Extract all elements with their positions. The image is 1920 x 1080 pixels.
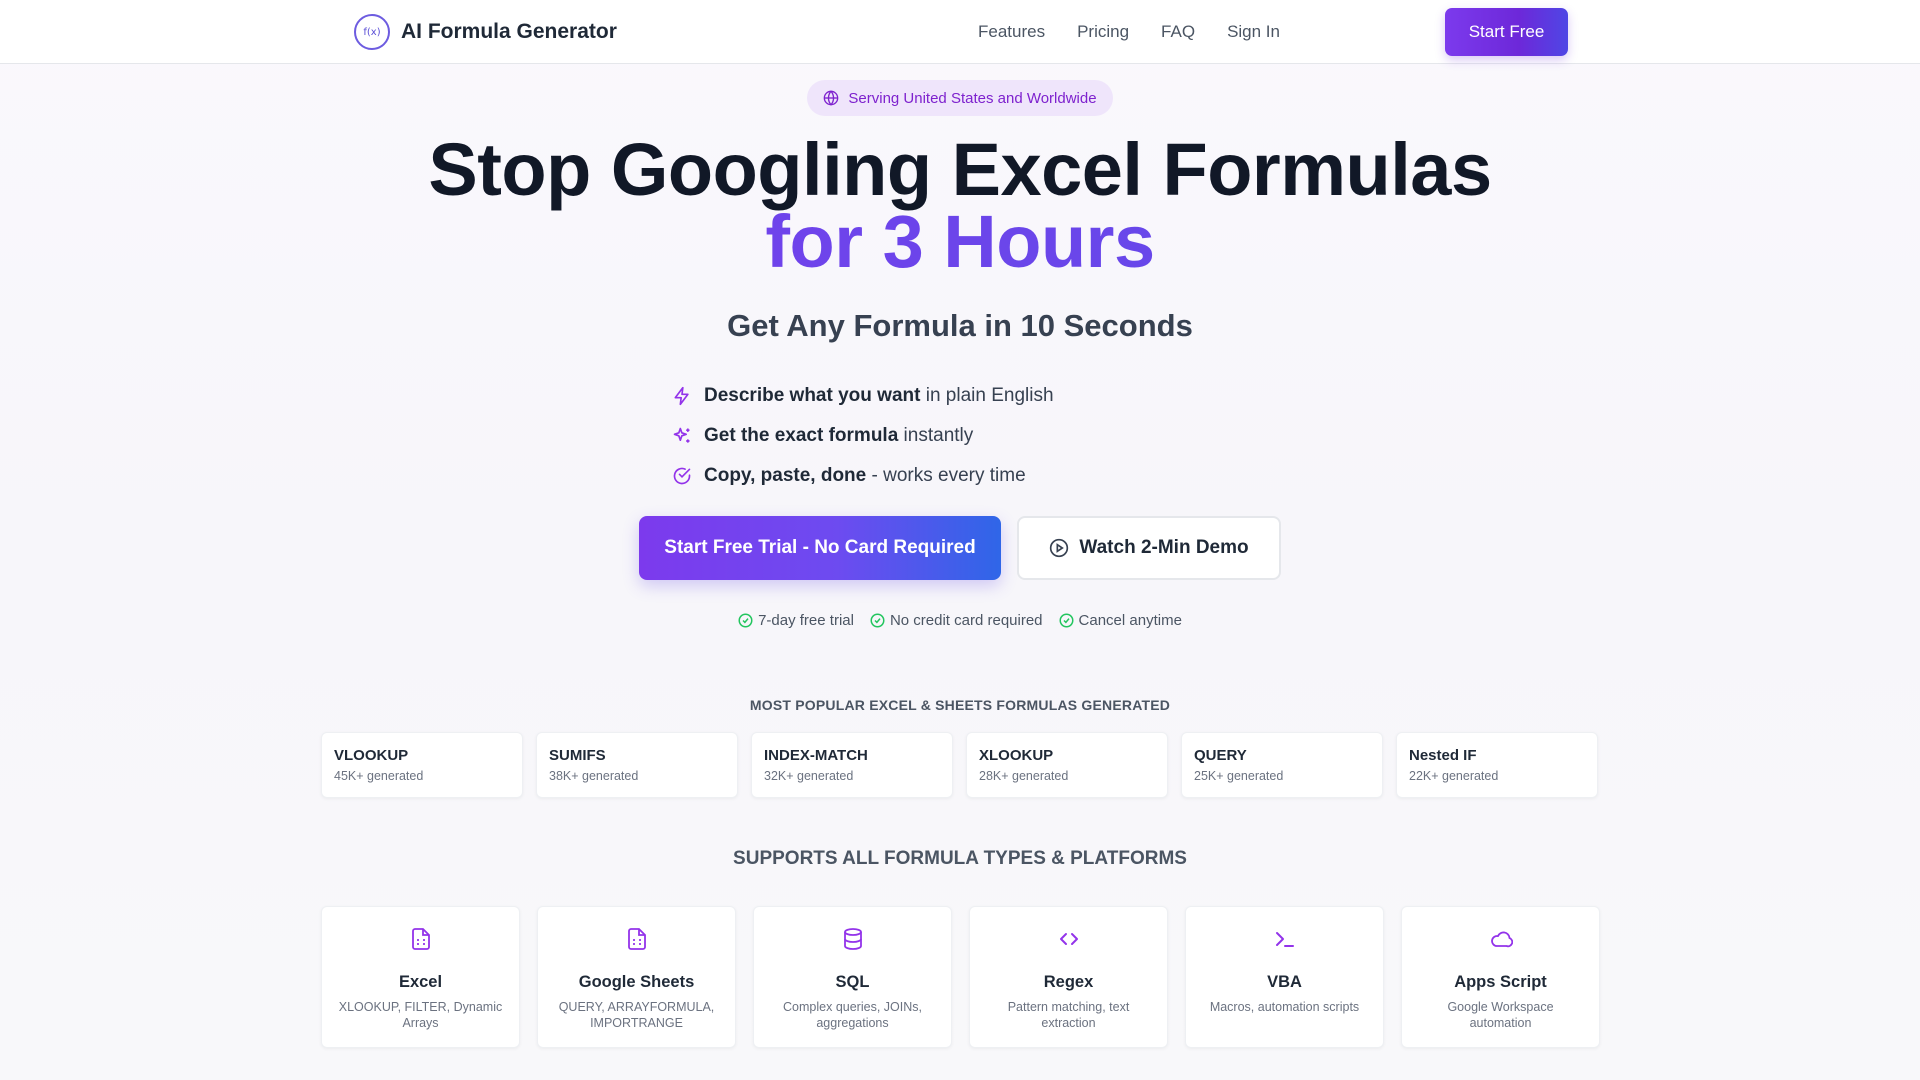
formula-name: INDEX-MATCH: [764, 747, 868, 764]
platform-card-google-sheets[interactable]: Google Sheets QUERY, ARRAYFORMULA, IMPOR…: [537, 906, 736, 1048]
cloud-icon: [1490, 931, 1513, 948]
lightning-icon: [674, 386, 689, 406]
globe-icon: [824, 90, 839, 106]
platform-cards: Excel XLOOKUP, FILTER, Dynamic Arrays Go…: [321, 906, 1600, 1048]
hero-title-accent: for 3 Hours: [0, 205, 1920, 279]
hero-title: Stop Googling Excel Formulas for 3 Hours: [0, 133, 1920, 279]
guarantee-item: 7-day free trial: [738, 612, 854, 629]
formula-count: 28K+ generated: [979, 769, 1069, 783]
brand-name: AI Formula Generator: [401, 20, 617, 43]
platform-name: VBA: [1267, 973, 1302, 991]
main-nav: Features Pricing FAQ Sign In: [978, 0, 1280, 64]
database-icon: [843, 928, 862, 950]
formula-card[interactable]: INDEX-MATCH 32K+ generated: [751, 732, 953, 798]
feature-point: Describe what you want in plain English: [672, 376, 1054, 416]
play-circle-icon: [1050, 538, 1069, 558]
start-free-button[interactable]: Start Free: [1445, 8, 1568, 56]
code-icon: [1059, 933, 1078, 945]
sparkles-icon: [673, 427, 690, 443]
platform-desc: XLOOKUP, FILTER, Dynamic Arrays: [338, 1000, 503, 1030]
function-logo-icon: f(x): [354, 14, 390, 50]
location-badge: Serving United States and Worldwide: [807, 80, 1113, 116]
guarantee-item: Cancel anytime: [1059, 612, 1182, 629]
formula-name: SUMIFS: [549, 747, 606, 764]
check-circle-icon: [870, 613, 885, 628]
watch-demo-label: Watch 2-Min Demo: [1079, 537, 1249, 558]
formula-name: VLOOKUP: [334, 747, 409, 764]
formula-count: 22K+ generated: [1409, 769, 1499, 783]
formula-name: Nested IF: [1409, 747, 1477, 764]
formula-card[interactable]: VLOOKUP 45K+ generated: [321, 732, 523, 798]
badge-text: Serving United States and Worldwide: [848, 89, 1097, 107]
feature-point-text: in plain English: [920, 385, 1054, 406]
platform-card-sql[interactable]: SQL Complex queries, JOINs, aggregations: [753, 906, 952, 1048]
guarantee-text: No credit card required: [889, 612, 1043, 629]
guarantees: 7-day free trial No credit card required…: [0, 612, 1920, 629]
platforms-section-title: SUPPORTS ALL FORMULA TYPES & PLATFORMS: [733, 848, 1187, 869]
formula-card[interactable]: XLOOKUP 28K+ generated: [966, 732, 1168, 798]
hero-title-line1: Stop Googling Excel Formulas: [428, 128, 1492, 211]
check-circle-icon: [673, 467, 691, 485]
popular-section-title: MOST POPULAR EXCEL & SHEETS FORMULAS GEN…: [749, 697, 1171, 713]
feature-point-bold: Get the exact formula: [704, 425, 899, 446]
feature-points: Describe what you want in plain English …: [672, 376, 1054, 496]
platform-card-vba[interactable]: VBA Macros, automation scripts: [1185, 906, 1384, 1048]
platform-card-apps-script[interactable]: Apps Script Google Workspace automation: [1401, 906, 1600, 1048]
formula-card[interactable]: QUERY 25K+ generated: [1181, 732, 1383, 798]
formula-card[interactable]: SUMIFS 38K+ generated: [536, 732, 738, 798]
platform-desc: Complex queries, JOINs, aggregations: [783, 1000, 922, 1030]
feature-point: Get the exact formula instantly: [672, 416, 1054, 456]
formula-card[interactable]: Nested IF 22K+ generated: [1396, 732, 1598, 798]
check-circle-icon: [1059, 613, 1074, 628]
logo[interactable]: f(x) AI Formula Generator: [354, 14, 617, 50]
popular-formulas: VLOOKUP 45K+ generated SUMIFS 38K+ gener…: [321, 732, 1598, 798]
check-circle-icon: [738, 613, 753, 628]
formula-name: XLOOKUP: [979, 747, 1054, 764]
terminal-icon: [1275, 932, 1294, 947]
platform-name: Apps Script: [1454, 973, 1547, 991]
platform-desc: Macros, automation scripts: [1209, 1000, 1360, 1014]
guarantee-item: No credit card required: [870, 612, 1043, 629]
platform-desc: Google Workspace automation: [1447, 1000, 1554, 1030]
formula-name: QUERY: [1194, 747, 1247, 764]
sign-in-link[interactable]: Sign In: [1227, 22, 1280, 42]
start-free-trial-button[interactable]: Start Free Trial - No Card Required: [639, 516, 1001, 580]
guarantee-text: Cancel anytime: [1078, 612, 1182, 629]
hero-subtitle: Get Any Formula in 10 Seconds: [727, 308, 1193, 343]
nav-features-link[interactable]: Features: [978, 22, 1045, 42]
platform-name: SQL: [835, 973, 870, 991]
site-header: f(x) AI Formula Generator Features Prici…: [0, 0, 1920, 64]
watch-demo-button[interactable]: Watch 2-Min Demo: [1017, 516, 1281, 580]
formula-count: 25K+ generated: [1194, 769, 1284, 783]
spreadsheet-file-icon: [627, 928, 646, 950]
formula-count: 32K+ generated: [764, 769, 854, 783]
guarantee-text: 7-day free trial: [758, 612, 854, 629]
nav-pricing-link[interactable]: Pricing: [1077, 22, 1129, 42]
feature-point-text: - works every time: [866, 465, 1026, 486]
platform-desc: Pattern matching, text extraction: [1007, 1000, 1130, 1030]
spreadsheet-file-icon: [411, 928, 430, 950]
feature-point-bold: Describe what you want: [704, 385, 921, 406]
platform-desc: QUERY, ARRAYFORMULA, IMPORTRANGE: [558, 1000, 715, 1030]
formula-count: 45K+ generated: [334, 769, 424, 783]
feature-point-bold: Copy, paste, done: [704, 465, 867, 486]
platform-name: Regex: [1043, 973, 1094, 991]
platform-card-excel[interactable]: Excel XLOOKUP, FILTER, Dynamic Arrays: [321, 906, 520, 1048]
platform-card-regex[interactable]: Regex Pattern matching, text extraction: [969, 906, 1168, 1048]
nav-faq-link[interactable]: FAQ: [1161, 22, 1195, 42]
platform-name: Excel: [398, 973, 443, 991]
platform-name: Google Sheets: [578, 973, 695, 991]
feature-point-text: instantly: [898, 425, 974, 446]
formula-count: 38K+ generated: [549, 769, 639, 783]
feature-point: Copy, paste, done - works every time: [672, 456, 1054, 496]
